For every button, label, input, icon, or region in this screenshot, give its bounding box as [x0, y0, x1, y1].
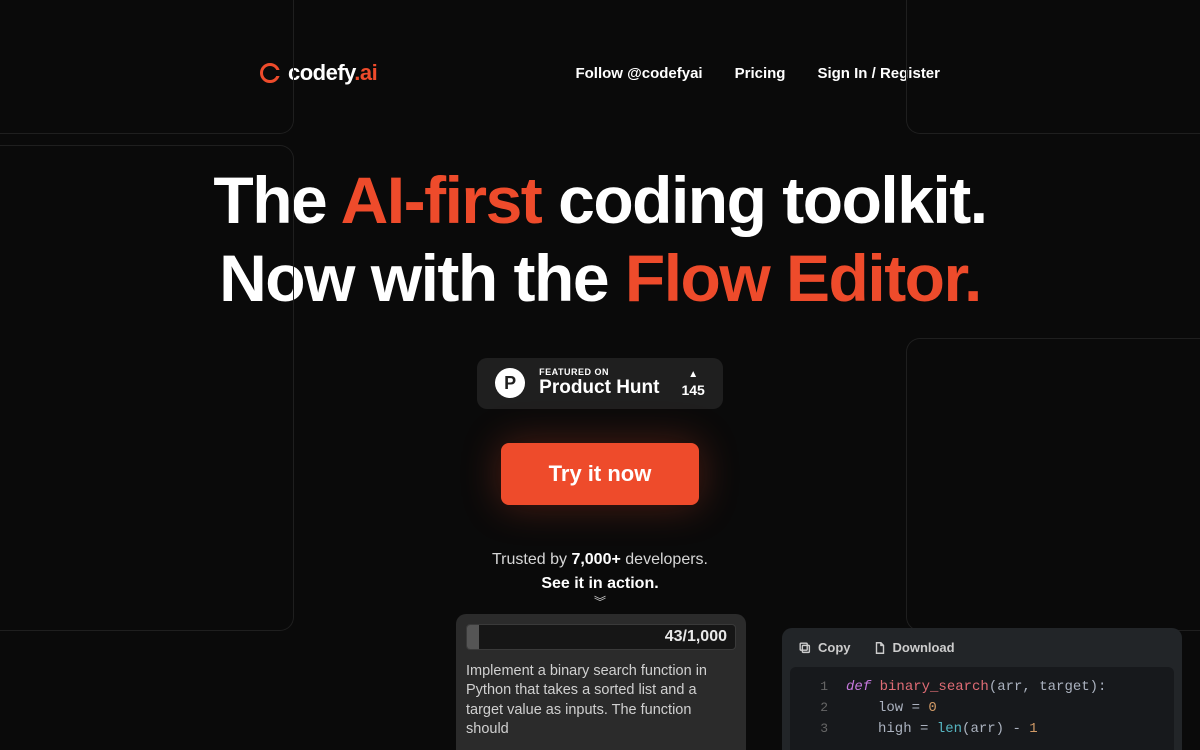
product-hunt-icon: P	[495, 368, 525, 398]
triangle-up-icon: ▲	[688, 369, 698, 380]
hero: The AI-first coding toolkit. Now with th…	[0, 162, 1200, 606]
code-panel: Copy Download 1 def binary_search(arr, t…	[782, 628, 1182, 750]
copy-button[interactable]: Copy	[798, 640, 851, 655]
chevron-down-icon: ︾	[0, 599, 1200, 606]
code-toolbar: Copy Download	[782, 628, 1182, 667]
ph-name: Product Hunt	[539, 378, 659, 399]
product-hunt-badge[interactable]: P FEATURED ON Product Hunt ▲ 145	[477, 358, 723, 409]
trust-text: Trusted by 7,000+ developers.	[0, 551, 1200, 569]
copy-icon	[798, 641, 812, 655]
code-line: 2 low = 0	[790, 698, 1174, 719]
ph-upvote: ▲ 145	[681, 369, 704, 398]
download-button[interactable]: Download	[873, 640, 955, 655]
logo[interactable]: codefy.ai	[260, 60, 377, 86]
logo-icon	[260, 63, 280, 83]
try-it-now-button[interactable]: Try it now	[501, 443, 700, 505]
download-icon	[873, 641, 887, 655]
nav-signin[interactable]: Sign In / Register	[817, 65, 940, 82]
code-line: 1 def binary_search(arr, target):	[790, 677, 1174, 698]
prompt-text[interactable]: Implement a binary search function in Py…	[466, 662, 736, 740]
nav-follow[interactable]: Follow @codefyai	[575, 65, 702, 82]
nav: Follow @codefyai Pricing Sign In / Regis…	[575, 65, 940, 82]
logo-text: codefy.ai	[288, 60, 377, 86]
code-body: 1 def binary_search(arr, target): 2 low …	[790, 667, 1174, 750]
char-counter: 43/1,000	[466, 624, 736, 650]
prompt-panel: 43/1,000 Implement a binary search funct…	[456, 614, 746, 750]
code-line: 3 high = len(arr) - 1	[790, 719, 1174, 740]
nav-pricing[interactable]: Pricing	[735, 65, 786, 82]
header: codefy.ai Follow @codefyai Pricing Sign …	[0, 0, 1200, 86]
see-in-action-text: See it in action.	[0, 575, 1200, 593]
hero-title: The AI-first coding toolkit. Now with th…	[0, 162, 1200, 318]
